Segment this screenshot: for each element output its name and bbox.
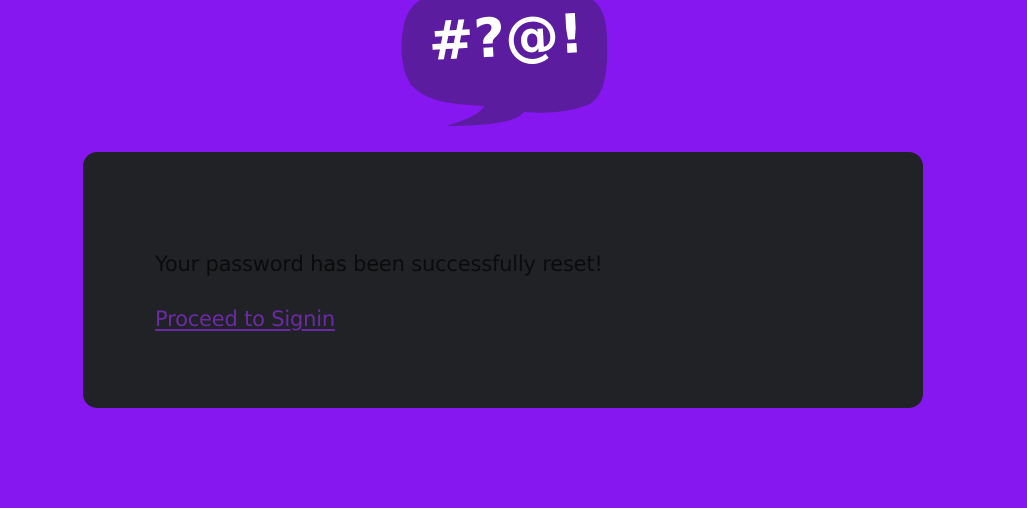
logo-text: #?@! (427, 2, 585, 73)
speech-bubble-icon: #?@! (401, 0, 608, 126)
reset-confirmation-card: Your password has been successfully rese… (83, 152, 923, 408)
logo: #?@! (398, 0, 612, 130)
proceed-to-signin-link[interactable]: Proceed to Signin (155, 307, 335, 331)
success-message: Your password has been successfully rese… (155, 252, 603, 276)
